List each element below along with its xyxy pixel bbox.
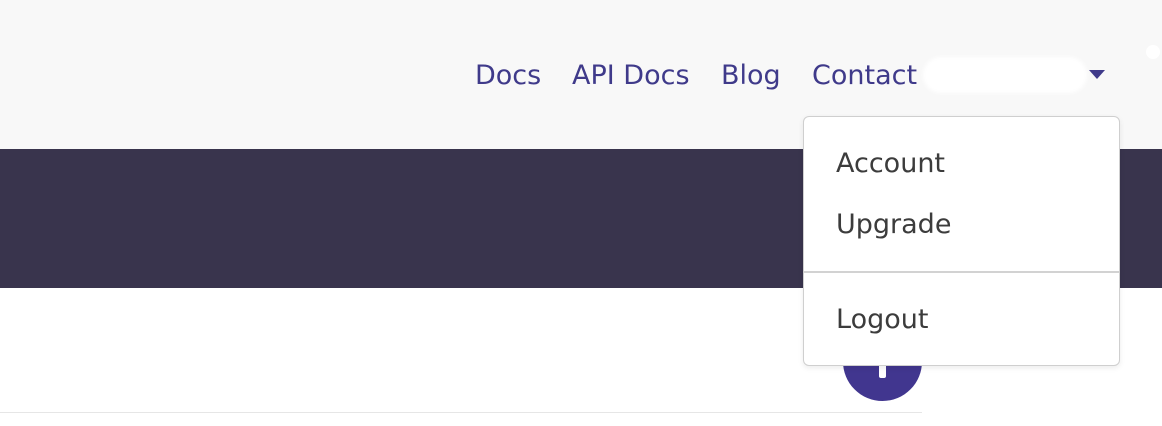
user-dropdown-menu: Account Upgrade Logout bbox=[803, 116, 1120, 366]
username-redaction bbox=[926, 60, 1084, 90]
menu-item-account[interactable]: Account bbox=[804, 138, 1119, 190]
menu-divider bbox=[804, 271, 1119, 273]
user-menu-toggle[interactable] bbox=[922, 56, 1112, 96]
content-divider bbox=[0, 412, 922, 413]
menu-item-upgrade[interactable]: Upgrade bbox=[804, 199, 1119, 251]
nav-link-api-docs[interactable]: API Docs bbox=[572, 56, 690, 96]
nav-link-blog[interactable]: Blog bbox=[721, 56, 781, 96]
nav-link-docs[interactable]: Docs bbox=[475, 56, 541, 96]
menu-item-logout[interactable]: Logout bbox=[804, 294, 1119, 346]
corner-dot bbox=[1146, 45, 1160, 59]
caret-down-icon bbox=[1089, 70, 1105, 79]
app-page: Docs API Docs Blog Contact Account Upgra… bbox=[0, 0, 1162, 426]
nav-link-contact[interactable]: Contact bbox=[812, 56, 917, 96]
